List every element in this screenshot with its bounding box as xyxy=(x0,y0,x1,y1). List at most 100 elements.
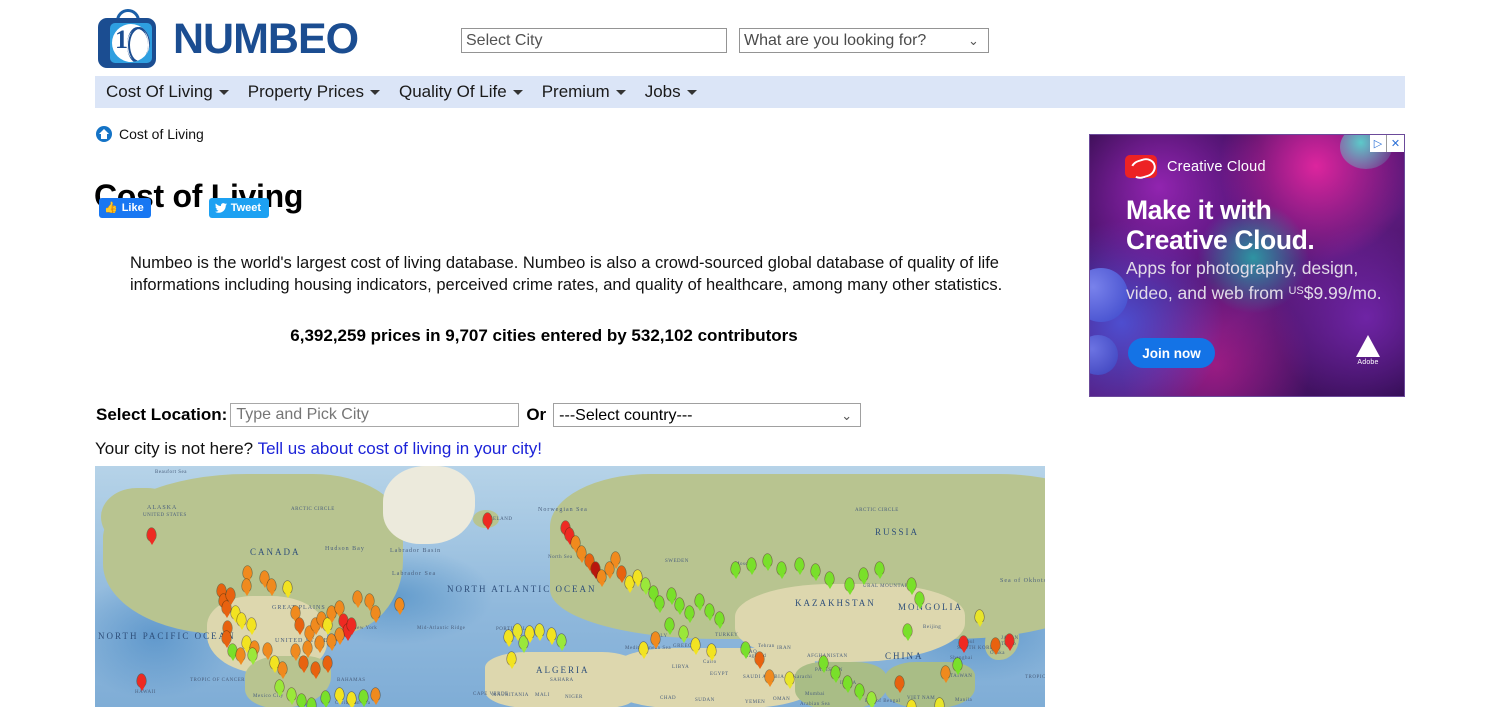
map-city-pin[interactable] xyxy=(731,562,740,579)
map-city-pin[interactable] xyxy=(707,644,716,661)
map-city-pin[interactable] xyxy=(291,644,300,661)
map-city-pin[interactable] xyxy=(513,624,522,641)
map-city-pin[interactable] xyxy=(975,610,984,627)
nav-item-quality-of-life[interactable]: Quality Of Life xyxy=(399,82,523,102)
map-city-pin[interactable] xyxy=(242,579,251,596)
map-city-pin[interactable] xyxy=(226,588,235,605)
nav-item-premium[interactable]: Premium xyxy=(542,82,626,102)
map-city-pin[interactable] xyxy=(237,613,246,630)
map-city-pin[interactable] xyxy=(299,656,308,673)
map-city-pin[interactable] xyxy=(295,618,304,635)
map-city-pin[interactable] xyxy=(243,566,252,583)
map-city-pin[interactable] xyxy=(763,554,772,571)
map-city-pin[interactable] xyxy=(347,618,356,635)
map-city-pin[interactable] xyxy=(263,643,272,660)
map-city-pin[interactable] xyxy=(825,572,834,589)
site-logo[interactable]: 1 NUMBEO xyxy=(95,5,359,73)
map-city-pin[interactable] xyxy=(504,630,513,647)
map-city-pin[interactable] xyxy=(395,598,404,615)
map-city-pin[interactable] xyxy=(347,692,356,707)
map-city-pin[interactable] xyxy=(311,662,320,679)
map-city-pin[interactable] xyxy=(535,624,544,641)
map-city-pin[interactable] xyxy=(675,598,684,615)
map-city-pin[interactable] xyxy=(371,606,380,623)
country-select[interactable]: ---Select country--- xyxy=(553,403,862,427)
map-city-pin[interactable] xyxy=(855,684,864,701)
map-city-pin[interactable] xyxy=(685,606,694,623)
map-city-pin[interactable] xyxy=(327,634,336,651)
map-city-pin[interactable] xyxy=(859,568,868,585)
map-city-pin[interactable] xyxy=(867,692,876,707)
map-city-pin[interactable] xyxy=(335,601,344,618)
what-are-you-looking-for-select[interactable]: What are you looking for? xyxy=(739,28,989,53)
map-city-pin[interactable] xyxy=(483,513,492,530)
map-city-pin[interactable] xyxy=(843,676,852,693)
map-city-pin[interactable] xyxy=(247,618,256,635)
twitter-tweet-button[interactable]: Tweet xyxy=(208,198,270,218)
map-city-pin[interactable] xyxy=(895,676,904,693)
map-city-pin[interactable] xyxy=(785,672,794,689)
map-city-pin[interactable] xyxy=(275,680,284,697)
map-city-pin[interactable] xyxy=(335,628,344,645)
map-city-pin[interactable] xyxy=(811,564,820,581)
map-city-pin[interactable] xyxy=(557,634,566,651)
map-city-pin[interactable] xyxy=(365,594,374,611)
map-city-pin[interactable] xyxy=(359,690,368,707)
map-city-pin[interactable] xyxy=(1005,634,1014,651)
nav-item-cost-of-living[interactable]: Cost Of Living xyxy=(106,82,229,102)
tell-us-about-city-link[interactable]: Tell us about cost of living in your cit… xyxy=(258,439,542,458)
map-city-pin[interactable] xyxy=(915,592,924,609)
facebook-like-button[interactable]: 👍 Like xyxy=(99,198,151,218)
map-city-pin[interactable] xyxy=(715,612,724,629)
map-city-pin[interactable] xyxy=(303,641,312,658)
world-cost-of-living-map[interactable]: ALASKA UNITED STATES CANADA Hudson Bay Labra… xyxy=(95,466,1045,707)
map-city-pin[interactable] xyxy=(953,658,962,675)
map-city-pin[interactable] xyxy=(705,604,714,621)
map-city-pin[interactable] xyxy=(765,670,774,687)
map-city-pin[interactable] xyxy=(639,642,648,659)
map-city-pin[interactable] xyxy=(236,648,245,665)
ad-join-now-button[interactable]: Join now xyxy=(1128,338,1215,368)
map-city-pin[interactable] xyxy=(755,652,764,669)
map-city-pin[interactable] xyxy=(307,698,316,707)
map-city-pin[interactable] xyxy=(875,562,884,579)
map-city-pin[interactable] xyxy=(959,636,968,653)
map-city-pin[interactable] xyxy=(695,594,704,611)
map-city-pin[interactable] xyxy=(819,656,828,673)
map-city-pin[interactable] xyxy=(741,642,750,659)
map-city-pin[interactable] xyxy=(679,626,688,643)
map-city-pin[interactable] xyxy=(335,688,344,705)
map-city-pin[interactable] xyxy=(617,566,626,583)
adchoices-icon[interactable]: ▷ xyxy=(1370,135,1387,152)
map-city-pin[interactable] xyxy=(655,596,664,613)
map-city-pin[interactable] xyxy=(323,656,332,673)
map-city-pin[interactable] xyxy=(611,552,620,569)
map-city-pin[interactable] xyxy=(137,674,146,691)
map-city-pin[interactable] xyxy=(297,694,306,707)
home-icon[interactable] xyxy=(96,126,112,142)
city-picker-input[interactable] xyxy=(230,403,520,427)
map-city-pin[interactable] xyxy=(907,578,916,595)
map-city-pin[interactable] xyxy=(777,562,786,579)
map-city-pin[interactable] xyxy=(795,558,804,575)
select-city-input[interactable] xyxy=(461,28,727,53)
map-city-pin[interactable] xyxy=(941,666,950,683)
map-city-pin[interactable] xyxy=(278,662,287,679)
map-city-pin[interactable] xyxy=(831,666,840,683)
map-city-pin[interactable] xyxy=(222,631,231,648)
map-city-pin[interactable] xyxy=(315,636,324,653)
map-city-pin[interactable] xyxy=(321,691,330,707)
map-city-pin[interactable] xyxy=(935,698,944,707)
map-city-pin[interactable] xyxy=(353,591,362,608)
map-city-pin[interactable] xyxy=(691,638,700,655)
map-city-pin[interactable] xyxy=(651,632,660,649)
map-city-pin[interactable] xyxy=(283,581,292,598)
advertisement-banner[interactable]: Creative Cloud Make it with Creative Clo… xyxy=(1089,134,1405,397)
map-city-pin[interactable] xyxy=(991,638,1000,655)
map-city-pin[interactable] xyxy=(267,579,276,596)
map-city-pin[interactable] xyxy=(665,618,674,635)
map-city-pin[interactable] xyxy=(507,652,516,669)
map-city-pin[interactable] xyxy=(525,626,534,643)
close-icon[interactable]: ✕ xyxy=(1387,135,1404,152)
nav-item-jobs[interactable]: Jobs xyxy=(645,82,697,102)
